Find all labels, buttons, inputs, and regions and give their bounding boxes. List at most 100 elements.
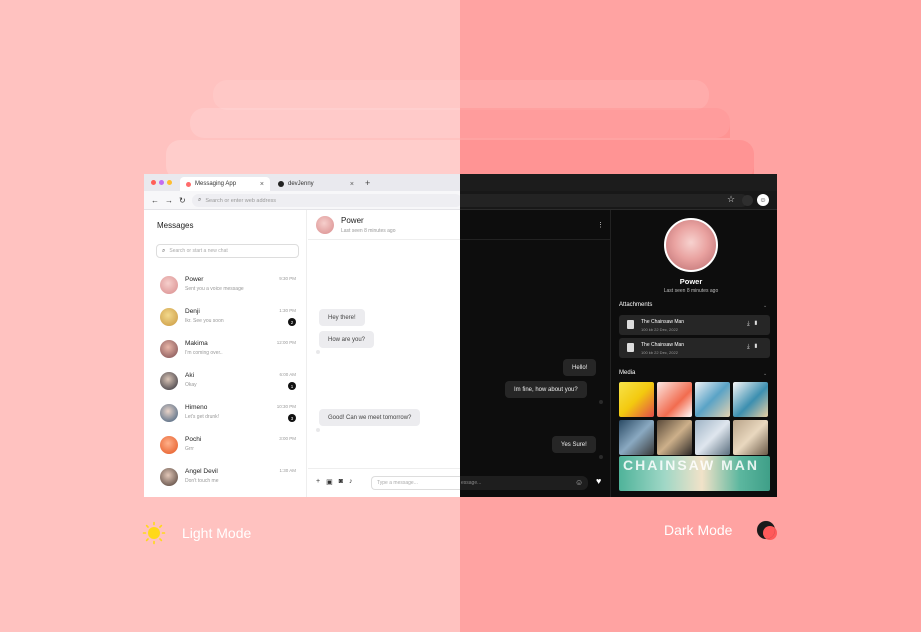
reload-icon[interactable]: ↻ xyxy=(179,196,186,205)
more-options-icon[interactable]: ⋮ xyxy=(597,221,604,229)
chat-search-input[interactable]: ⌕ Search or start a new chat xyxy=(156,244,299,258)
composer-actions: + ▣ ◙ ♪ xyxy=(316,478,352,486)
dark-mode-preview: ☆ ☺ ⋮ Hello! Im fine, how about you? Yes… xyxy=(460,174,777,497)
chat-time: 1:30 PM xyxy=(279,308,296,313)
chat-name: Angel Devil xyxy=(185,468,218,475)
close-tab-icon[interactable]: × xyxy=(260,181,264,188)
sticker-icon[interactable]: ▣ xyxy=(326,478,333,486)
attachment-item[interactable]: The Chainsaw Man 100 kb 22 Dec, 2022 ⤓▮ xyxy=(619,315,770,335)
chat-time: 1:30 AM xyxy=(279,468,296,473)
download-delete-icons[interactable]: ⤓▮ xyxy=(747,344,762,351)
contact-name: Power xyxy=(341,216,364,225)
chevron-down-icon[interactable]: ⌄ xyxy=(763,371,767,377)
add-icon[interactable]: + xyxy=(316,478,320,486)
chat-item-makima[interactable]: Makima I'm coming over.. 12:00 PM xyxy=(160,338,300,362)
heart-icon[interactable]: ♥ xyxy=(596,476,601,486)
media-thumbnail[interactable] xyxy=(657,382,692,417)
media-heading: Media xyxy=(619,370,636,376)
avatar xyxy=(160,372,178,390)
media-thumbnail[interactable] xyxy=(657,420,692,455)
media-thumbnail[interactable] xyxy=(695,420,730,455)
conversation-dark: ⋮ Hello! Im fine, how about you? Yes Sur… xyxy=(460,210,611,497)
contact-profile-panel: Power Last seen 8 minutes ago Attachment… xyxy=(612,210,777,497)
microphone-icon[interactable]: ♪ xyxy=(349,478,353,486)
media-thumbnail[interactable] xyxy=(619,382,654,417)
chat-item-denji[interactable]: Denji Ikr. See you soon 1:30 PM 2 xyxy=(160,306,300,330)
chat-name: Himeno xyxy=(185,404,208,411)
chat-sidebar: Messages ⌕ Search or start a new chat Po… xyxy=(144,210,307,497)
message-bubble: Hey there! xyxy=(319,309,365,326)
message-placeholder: Type a message... xyxy=(377,480,418,486)
address-input[interactable]: ⌕ Search or enter web address xyxy=(192,194,460,207)
app-favicon-icon xyxy=(186,181,191,187)
decorative-layer xyxy=(460,108,730,138)
media-banner[interactable]: CHAINSAW MAN xyxy=(619,456,770,491)
tab-title: devJenny xyxy=(288,181,314,187)
chat-item-power[interactable]: Power Sent you a voice message 9:30 PM xyxy=(160,274,300,298)
avatar xyxy=(160,276,178,294)
chat-item-pochi[interactable]: Pochi Grrr 3:00 PM xyxy=(160,434,300,458)
decorative-layer xyxy=(213,80,709,110)
profile-icon[interactable]: ☺ xyxy=(757,194,769,206)
media-thumbnail[interactable] xyxy=(733,420,768,455)
message-input[interactable]: Type a message... xyxy=(371,476,460,490)
message-bubble: Hello! xyxy=(563,359,597,376)
close-dot[interactable] xyxy=(151,180,156,185)
bookmark-star-icon[interactable]: ☆ xyxy=(727,194,735,205)
close-tab-icon[interactable]: × xyxy=(350,181,354,188)
media-thumbnail[interactable] xyxy=(733,382,768,417)
camera-icon[interactable]: ◙ xyxy=(339,478,343,486)
tab-devjenny[interactable]: devJenny × xyxy=(272,177,360,191)
sun-icon xyxy=(142,521,166,545)
media-thumbnail[interactable] xyxy=(619,420,654,455)
attachments-heading: Attachments xyxy=(619,302,653,308)
message-bubble: How are you? xyxy=(319,331,375,348)
chat-time: 12:00 PM xyxy=(276,340,296,345)
message-composer: + ▣ ◙ ♪ Type a message... xyxy=(308,468,460,497)
address-placeholder: Search or enter web address xyxy=(205,197,276,204)
chat-name: Denji xyxy=(185,308,200,315)
forward-arrow-icon[interactable]: → xyxy=(165,196,173,205)
chat-time: 3:00 PM xyxy=(279,436,296,441)
chat-preview: Let's get drunk! xyxy=(185,414,220,420)
avatar[interactable] xyxy=(316,216,334,234)
profile-name: Power xyxy=(679,277,703,286)
nav-buttons: ← → ↻ xyxy=(151,196,186,205)
search-icon: ⌕ xyxy=(198,197,202,203)
tab-title: Messaging App xyxy=(195,181,237,187)
read-indicator xyxy=(316,350,320,354)
chat-preview: Ikr. See you soon xyxy=(185,318,224,324)
chat-time: 10:30 PM xyxy=(276,404,296,409)
back-arrow-icon[interactable]: ← xyxy=(151,196,159,205)
avatar xyxy=(160,308,178,326)
avatar xyxy=(160,340,178,358)
media-thumbnail[interactable] xyxy=(695,382,730,417)
chat-item-himeno[interactable]: Himeno Let's get drunk! 10:30 PM 3 xyxy=(160,402,300,426)
light-mode-label: Light Mode xyxy=(182,525,252,541)
chat-item-angel-devil[interactable]: Angel Devil Don't touch me 1:30 AM xyxy=(160,466,300,490)
chat-item-aki[interactable]: Aki Okay 6:00 AM 1 xyxy=(160,370,300,394)
file-icon xyxy=(627,343,634,352)
window-controls xyxy=(151,180,172,185)
search-icon: ⌕ xyxy=(162,247,166,254)
minimize-dot[interactable] xyxy=(159,180,164,185)
message-input-dark[interactable]: essage... xyxy=(460,476,588,490)
conversation-header: Power Last seen 8 minutes ago xyxy=(308,210,460,240)
attachment-name: The Chainsaw Man xyxy=(641,319,685,325)
maximize-dot[interactable] xyxy=(167,180,172,185)
tab-messaging-app[interactable]: Messaging App × xyxy=(180,177,270,191)
moon-icon xyxy=(756,520,777,540)
tab-bar: Messaging App × devJenny × + xyxy=(144,174,460,191)
message-placeholder: essage... xyxy=(461,480,482,486)
chevron-down-icon[interactable]: ⌄ xyxy=(763,303,767,309)
chat-preview: Okay xyxy=(185,382,197,388)
download-delete-icons[interactable]: ⤓▮ xyxy=(747,321,762,328)
emoji-icon[interactable]: ☺ xyxy=(575,478,583,487)
attachment-item[interactable]: The Chainsaw Man 100 kb 22 Dec, 2022 ⤓▮ xyxy=(619,338,770,358)
profile-last-seen: Last seen 8 minutes ago xyxy=(663,288,719,294)
new-tab-icon[interactable]: + xyxy=(365,178,370,188)
message-bubble: Yes Sure! xyxy=(552,436,596,453)
tab-bar-dark xyxy=(460,174,777,191)
address-input-dark[interactable] xyxy=(460,194,748,207)
extension-icon[interactable] xyxy=(742,195,753,206)
